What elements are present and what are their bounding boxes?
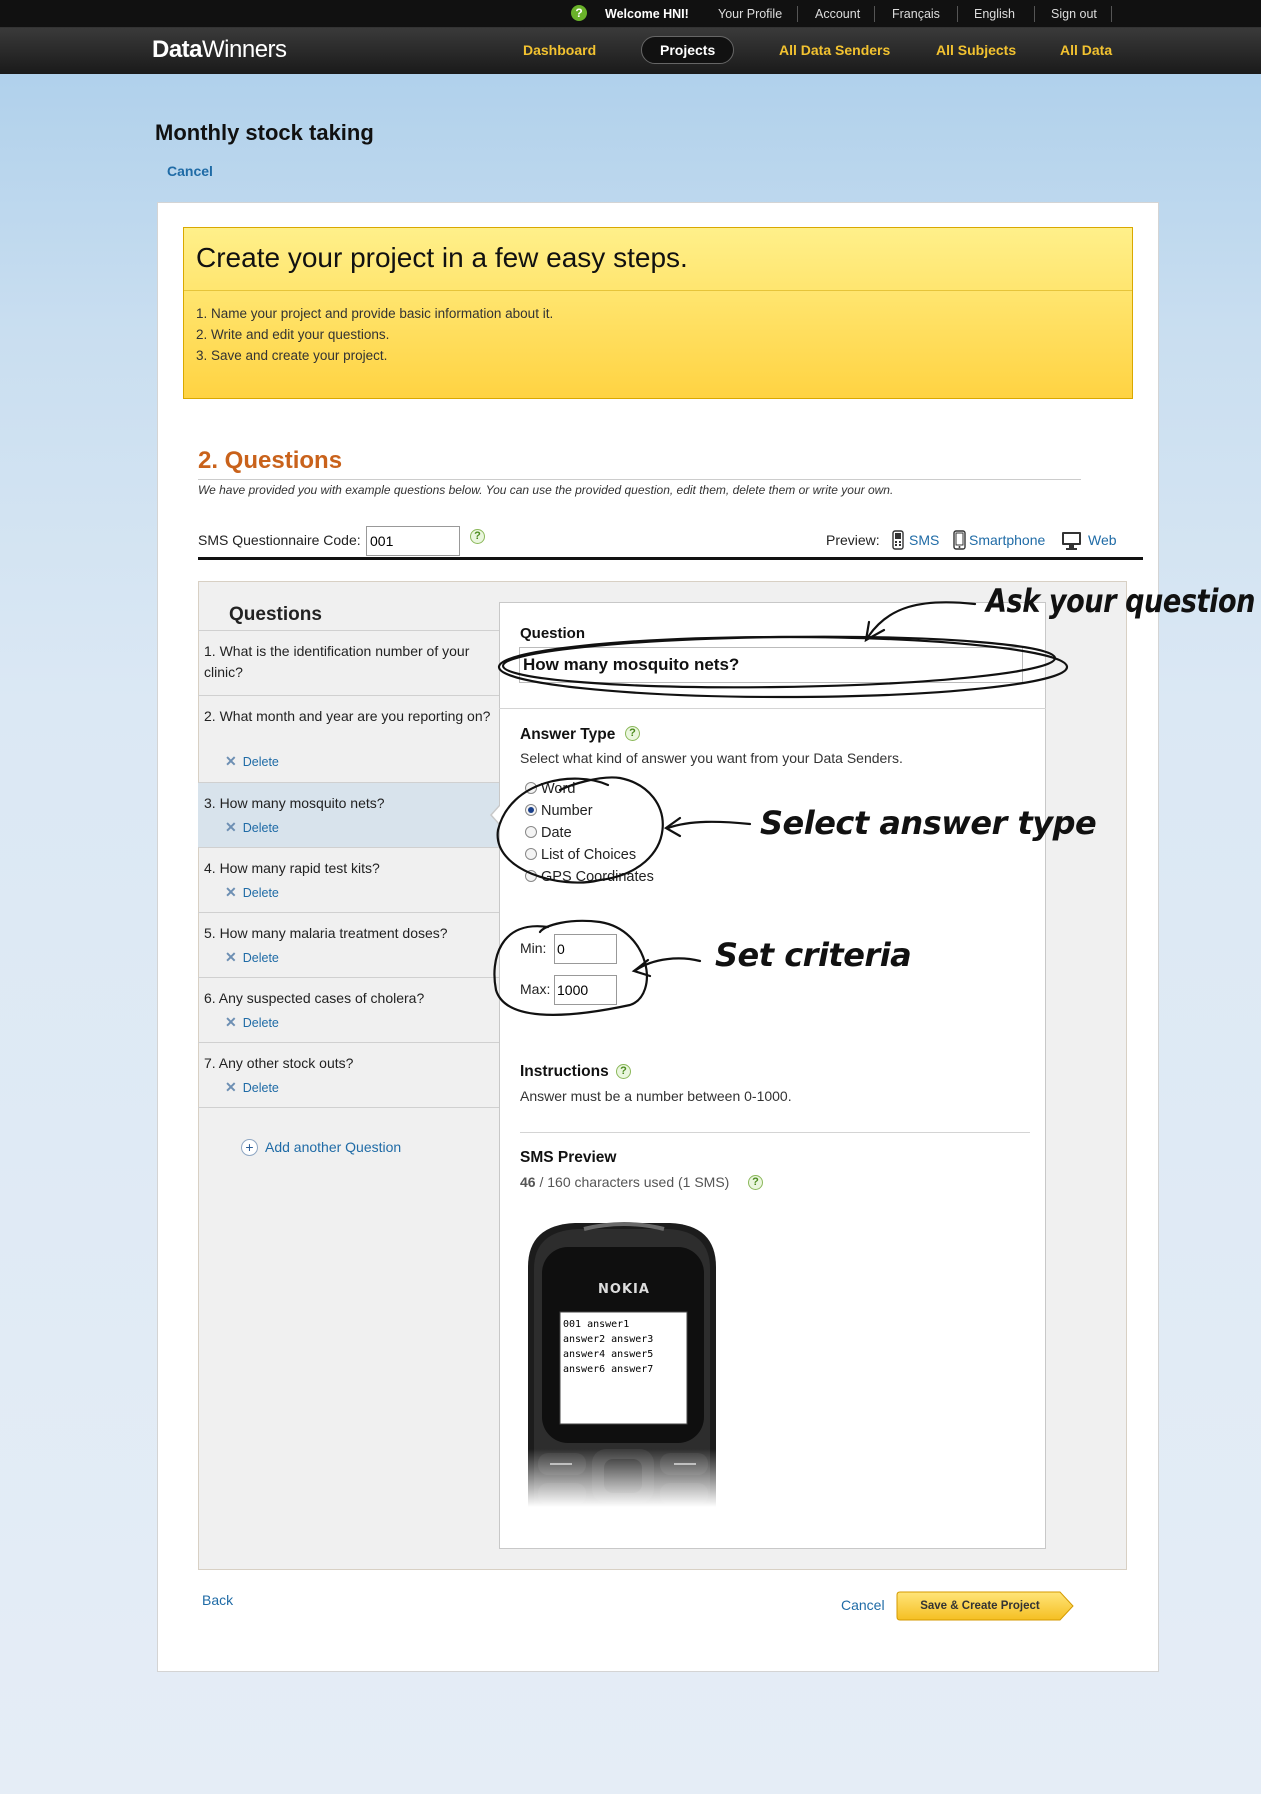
annotation-select-answer-type: Select answer type xyxy=(760,804,1096,842)
annotation-arrow-question xyxy=(866,601,977,639)
annotation-overlay: Ask your question Select answer type Set… xyxy=(493,582,1256,1016)
annotation-ask-question: Ask your question xyxy=(983,582,1255,620)
annotation-set-criteria: Set criteria xyxy=(715,936,911,974)
